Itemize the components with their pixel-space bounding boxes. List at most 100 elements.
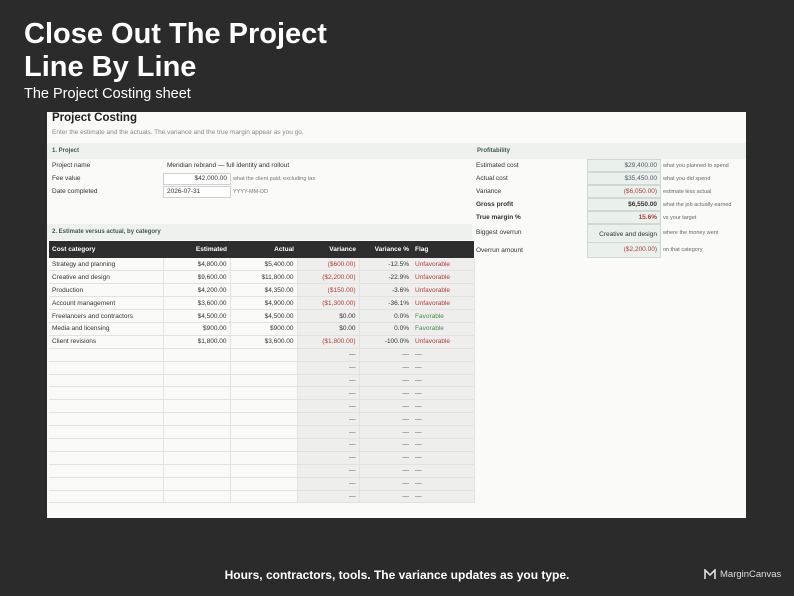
cell-actual[interactable]: $4,500.00	[230, 309, 298, 323]
cell-variance: ($150.00)	[297, 283, 360, 298]
cell-flag: —	[412, 451, 475, 465]
cell-variance-pct: —	[359, 374, 412, 388]
project-name-field[interactable]: Meridian rebrand — full identity and rol…	[163, 160, 303, 172]
header-cost-category: Cost category	[49, 241, 163, 258]
cell-estimated[interactable]: $900.00	[163, 322, 231, 336]
gross-profit-value: $6,550.00	[587, 198, 661, 211]
cell-estimated[interactable]	[163, 425, 231, 439]
sheet-title: Project Costing	[52, 112, 137, 124]
date-completed-field[interactable]: 2026-07-31	[163, 186, 231, 198]
biggest-overrun-note: where the money went	[663, 230, 719, 236]
cell-estimated[interactable]: $3,600.00	[163, 296, 231, 311]
cell-category[interactable]	[49, 451, 164, 465]
cell-actual[interactable]	[230, 451, 298, 465]
cell-actual[interactable]	[230, 348, 298, 362]
cell-variance-pct: -3.6%	[359, 283, 412, 298]
table-row-empty: — — —	[49, 386, 475, 401]
cell-actual[interactable]: $4,350.00	[230, 283, 298, 298]
cell-variance-pct: —	[359, 348, 412, 362]
cell-actual[interactable]	[230, 490, 298, 504]
cell-actual[interactable]	[230, 438, 298, 452]
cell-actual[interactable]: $5,400.00	[230, 258, 298, 272]
hero-title-line1: Close Out The Project	[24, 18, 327, 50]
cell-category[interactable]: Account management	[49, 296, 164, 311]
cell-estimated[interactable]	[163, 348, 231, 362]
fee-value-label: Fee value	[52, 175, 81, 182]
cell-estimated[interactable]	[163, 438, 231, 452]
cell-flag: —	[412, 464, 475, 478]
cell-flag: —	[412, 399, 475, 414]
cell-category[interactable]: Production	[49, 283, 164, 298]
cell-variance: —	[297, 348, 360, 362]
cell-flag: —	[412, 438, 475, 452]
cell-category[interactable]	[49, 386, 164, 401]
cell-actual[interactable]	[230, 374, 298, 388]
cell-actual[interactable]: $900.00	[230, 322, 298, 336]
cell-flag: Unfavorable	[412, 296, 475, 311]
cell-flag: —	[412, 477, 475, 491]
table-row: Client revisions $1,800.00 $3,600.00 ($1,80…	[49, 335, 475, 349]
cell-actual[interactable]	[230, 399, 298, 414]
cell-variance-pct: —	[359, 386, 412, 401]
cell-variance: —	[297, 451, 360, 465]
cell-actual[interactable]	[230, 477, 298, 491]
actual-cost-value: $35,450.00	[587, 172, 661, 185]
cell-actual[interactable]	[230, 464, 298, 478]
cell-estimated[interactable]	[163, 412, 231, 427]
estimated-cost-value: $29,400.00	[587, 159, 661, 172]
cell-flag: Unfavorable	[412, 335, 475, 349]
cell-category[interactable]	[49, 412, 164, 427]
true-margin-note: vs your target	[663, 215, 697, 221]
cell-category[interactable]	[49, 374, 164, 388]
cell-category[interactable]: Freelancers and contractors	[49, 309, 164, 323]
cell-estimated[interactable]: $4,200.00	[163, 283, 231, 298]
cell-estimated[interactable]	[163, 361, 231, 375]
cell-category[interactable]: Creative and design	[49, 270, 164, 285]
cell-category[interactable]: Client revisions	[49, 335, 164, 349]
cell-actual[interactable]	[230, 412, 298, 427]
cell-category[interactable]	[49, 438, 164, 452]
cell-actual[interactable]: $4,900.00	[230, 296, 298, 311]
header-variance-pct: Variance %	[359, 241, 412, 258]
cell-estimated[interactable]: $1,800.00	[163, 335, 231, 349]
spreadsheet: Project Costing Enter the estimate and t…	[47, 112, 746, 518]
variance-note: estimate less actual	[663, 189, 712, 195]
cell-actual[interactable]	[230, 386, 298, 401]
cell-actual[interactable]: $3,600.00	[230, 335, 298, 349]
cell-estimated[interactable]	[163, 490, 231, 504]
cell-estimated[interactable]	[163, 399, 231, 414]
header-estimated: Estimated	[163, 241, 230, 258]
cell-estimated[interactable]	[163, 477, 231, 491]
project-name-label: Project name	[52, 162, 91, 169]
cell-variance: —	[297, 412, 360, 427]
cell-estimated[interactable]	[163, 464, 231, 478]
cell-actual[interactable]	[230, 425, 298, 439]
cell-category[interactable]	[49, 348, 164, 362]
cell-category[interactable]	[49, 399, 164, 414]
cell-variance-pct: —	[359, 438, 412, 452]
cell-actual[interactable]	[230, 361, 298, 375]
cell-category[interactable]	[49, 477, 164, 491]
cell-category[interactable]: Media and licensing	[49, 322, 164, 336]
cell-estimated[interactable]: $4,500.00	[163, 309, 231, 323]
gross-profit-label: Gross profit	[476, 201, 514, 208]
cell-category[interactable]: Strategy and planning	[49, 258, 164, 272]
cell-estimated[interactable]	[163, 386, 231, 401]
cell-category[interactable]	[49, 361, 164, 375]
true-margin-label: True margin %	[476, 214, 521, 221]
cell-category[interactable]	[49, 425, 164, 439]
cell-variance: —	[297, 438, 360, 452]
cell-flag: —	[412, 425, 475, 439]
cell-estimated[interactable]	[163, 451, 231, 465]
cell-category[interactable]	[49, 464, 164, 478]
cell-estimated[interactable]: $9,600.00	[163, 270, 231, 285]
cell-actual[interactable]: $11,800.00	[230, 270, 298, 285]
hero-title-line2: Line By Line	[24, 51, 197, 83]
cell-variance-pct: —	[359, 490, 412, 504]
date-completed-note: YYYY-MM-DD	[233, 189, 268, 195]
cell-category[interactable]	[49, 490, 164, 504]
cell-estimated[interactable]: $4,800.00	[163, 258, 231, 272]
fee-value-field[interactable]: $42,000.00	[163, 173, 231, 185]
cell-estimated[interactable]	[163, 374, 231, 388]
section-project: 1. Project	[47, 143, 472, 159]
